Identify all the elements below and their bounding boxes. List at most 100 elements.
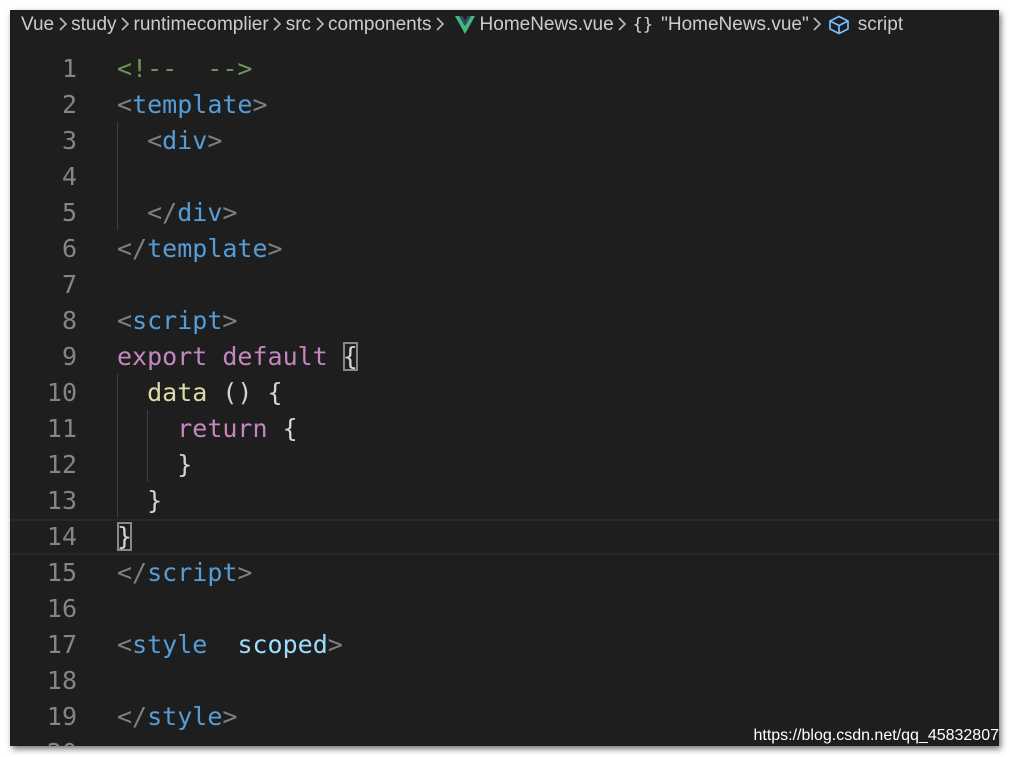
code-line[interactable]: 14} (10, 519, 999, 555)
breadcrumb-item-vue[interactable]: Vue (21, 14, 54, 36)
code-line[interactable]: 3 <div> (10, 123, 999, 159)
code-token: } (117, 522, 133, 551)
line-number: 20 (10, 735, 77, 746)
line-code: <script> (117, 303, 237, 339)
code-token: </ (147, 198, 178, 227)
chevron-right-icon (809, 14, 826, 36)
line-code: </script> (117, 555, 252, 591)
code-line[interactable]: 2 <template> (10, 87, 999, 123)
code-line[interactable]: 17 <style scoped> (10, 627, 999, 663)
code-line[interactable]: 11 return { (10, 411, 999, 447)
code-token: > (207, 126, 223, 155)
line-code: <template> (117, 87, 268, 123)
code-token: script (147, 558, 238, 587)
code-line[interactable]: 10 data () { (10, 375, 999, 411)
code-token: > (267, 234, 283, 263)
line-number: 17 (46, 630, 77, 659)
line-code: </style> (117, 699, 237, 735)
code-token: < (117, 90, 133, 119)
line-code: } (117, 483, 162, 519)
code-line[interactable]: 16 (10, 591, 999, 627)
code-line[interactable]: 12 } (10, 447, 999, 483)
line-number: 2 (61, 90, 77, 119)
code-token: </ (117, 558, 148, 587)
chevron-right-icon (432, 14, 449, 36)
code-editor[interactable]: 1 <!-- --> 2 <template> 3 <div> 4 5 </div> 6 </t… (10, 40, 999, 746)
code-line[interactable]: 18 (10, 663, 999, 699)
code-token: template (147, 234, 268, 263)
line-code: } (117, 521, 133, 553)
line-code: <style scoped> (117, 627, 343, 663)
code-token: return (177, 414, 268, 443)
line-number: 6 (61, 234, 77, 263)
code-token: < (117, 306, 133, 335)
code-line[interactable]: 8 <script> (10, 303, 999, 339)
code-line[interactable]: 13 } (10, 483, 999, 519)
chevron-right-icon (614, 14, 631, 36)
breadcrumb-item-src[interactable]: src (286, 14, 311, 36)
code-token: div (162, 126, 208, 155)
vue-file-icon (454, 16, 475, 34)
chevron-right-icon (311, 14, 328, 36)
code-token: </ (117, 234, 148, 263)
line-number: 3 (61, 126, 77, 155)
code-token: } (117, 486, 163, 515)
line-number: 4 (61, 162, 77, 191)
code-token: scoped (237, 630, 328, 659)
breadcrumb-item-components[interactable]: components (328, 14, 432, 36)
line-number: 10 (46, 378, 77, 407)
code-token: > (222, 306, 238, 335)
code-token: < (117, 630, 133, 659)
breadcrumb-item-study[interactable]: study (71, 14, 116, 36)
code-token: data (147, 378, 208, 407)
watermark: https://blog.csdn.net/qq_45832807 (749, 727, 999, 746)
code-token: < (147, 126, 163, 155)
chevron-right-icon (117, 14, 134, 36)
code-token: } (117, 450, 193, 479)
code-line[interactable]: 7 (10, 267, 999, 303)
code-token: div (177, 198, 223, 227)
line-number: 5 (61, 198, 77, 227)
editor-window: Vue study runtimecomplier src components… (10, 10, 999, 746)
code-token: > (252, 90, 268, 119)
line-number: 18 (46, 666, 77, 695)
symbol-cube-icon (828, 15, 850, 35)
line-code: } (117, 447, 192, 483)
code-token: default (222, 342, 328, 371)
breadcrumb-item-file[interactable]: HomeNews.vue (480, 14, 614, 36)
line-number: 1 (61, 54, 77, 83)
code-line[interactable]: 9 export default { (10, 339, 999, 375)
line-number: 12 (46, 450, 77, 479)
breadcrumb-item-symbol[interactable]: script (858, 14, 903, 36)
line-code: data () { (117, 375, 283, 411)
line-code: </div> (117, 195, 237, 231)
code-token: { (267, 414, 298, 443)
breadcrumb-item-object[interactable]: "HomeNews.vue" (661, 14, 809, 36)
code-line[interactable]: 15 </script> (10, 555, 999, 591)
code-line[interactable]: 5 </div> (10, 195, 999, 231)
chevron-right-icon (269, 14, 286, 36)
code-token: <!-- --> (117, 54, 253, 83)
code-token: () { (207, 378, 283, 407)
line-number: 19 (46, 702, 77, 731)
code-line[interactable]: 1 <!-- --> (10, 51, 999, 87)
code-token: > (222, 702, 238, 731)
code-line[interactable]: 6 </template> (10, 231, 999, 267)
line-number: 7 (61, 270, 77, 299)
code-token: style (132, 630, 208, 659)
code-token: </ (117, 702, 148, 731)
breadcrumb-item-runtimecomplier[interactable]: runtimecomplier (134, 14, 269, 36)
line-code: export default { (117, 339, 358, 375)
line-number: 16 (46, 594, 77, 623)
code-line[interactable]: 4 (10, 159, 999, 195)
line-number: 13 (46, 486, 77, 515)
line-code: return { (117, 411, 298, 447)
chevron-right-icon (54, 14, 71, 36)
